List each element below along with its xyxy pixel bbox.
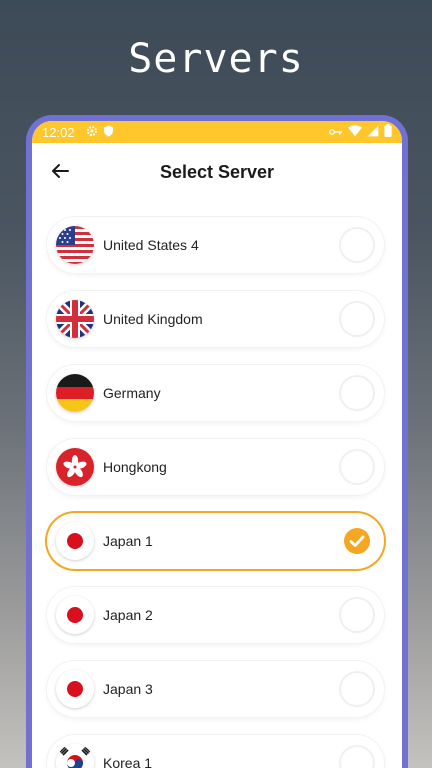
japan-flag-icon [56,670,94,708]
server-name: United Kingdom [103,311,203,327]
server-name: Japan 2 [103,607,153,623]
page-title: Select Server [159,161,275,182]
uk-flag-icon [56,300,94,338]
radio-button[interactable] [339,375,375,411]
status-bar: 12:02 [32,121,402,143]
back-arrow-icon[interactable] [48,159,72,183]
korea-flag-icon [56,744,94,768]
radio-button[interactable] [339,671,375,707]
server-item-united-kingdom[interactable]: United Kingdom [47,291,384,347]
us-flag-icon [56,226,94,264]
wifi-icon [348,124,362,140]
germany-flag-icon [56,374,94,412]
server-item-hongkong[interactable]: Hongkong [47,439,384,495]
signal-icon [367,125,379,140]
promo-title: Servers [128,36,304,82]
server-item-japan-1[interactable]: Japan 1 [47,513,384,569]
radio-button[interactable] [339,745,375,768]
phone-frame: 12:02 Select Server United States 4 Unit… [26,115,408,768]
server-name: Germany [103,385,161,401]
server-item-japan-3[interactable]: Japan 3 [47,661,384,717]
radio-button[interactable] [339,597,375,633]
checkmark-icon[interactable] [344,528,370,554]
server-item-korea-1[interactable]: Korea 1 [47,735,384,768]
app-header: Select Server [32,143,402,201]
radio-button[interactable] [339,449,375,485]
server-name: Japan 3 [103,681,153,697]
hongkong-flag-icon [56,448,94,486]
server-name: Hongkong [103,459,167,475]
battery-icon [384,124,392,140]
server-name: Korea 1 [103,755,153,768]
server-item-germany[interactable]: Germany [47,365,384,421]
status-time: 12:02 [42,124,75,140]
server-item-united-states-4[interactable]: United States 4 [47,217,384,273]
server-item-japan-2[interactable]: Japan 2 [47,587,384,643]
vpn-key-icon [329,125,343,140]
settings-gear-icon [86,125,98,140]
japan-flag-icon [56,522,94,560]
server-name: United States 4 [103,237,199,253]
shield-icon [103,125,114,140]
server-name: Japan 1 [103,533,153,549]
radio-button[interactable] [339,301,375,337]
radio-button[interactable] [339,227,375,263]
japan-flag-icon [56,596,94,634]
app-screen: 12:02 Select Server United States 4 Unit… [32,121,402,768]
